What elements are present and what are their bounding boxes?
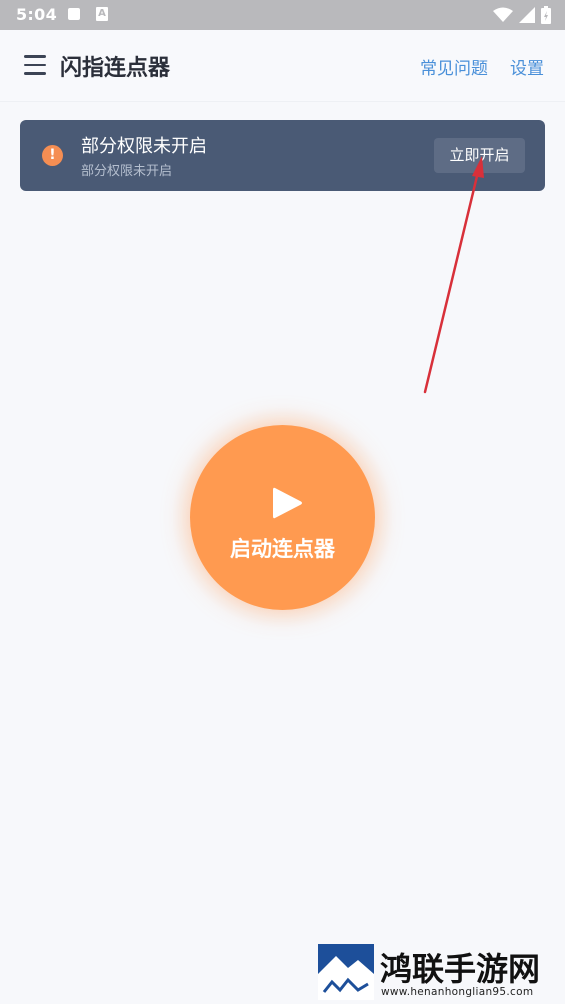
status-bar: 5:04 A bbox=[0, 0, 565, 30]
watermark-url: www.henanhonglian95.com bbox=[381, 986, 534, 998]
faq-link[interactable]: 常见问题 bbox=[420, 54, 488, 79]
status-time: 5:04 bbox=[16, 5, 57, 24]
watermark: 鸿联手游网 www.henanhonglian95.com bbox=[318, 944, 558, 1000]
signal-icon bbox=[519, 7, 535, 23]
warning-icon: ! bbox=[42, 145, 63, 166]
watermark-title: 鸿联手游网 bbox=[380, 950, 541, 988]
permission-subtitle: 部分权限未开启 bbox=[81, 164, 173, 179]
hamburger-menu-icon[interactable] bbox=[24, 55, 46, 75]
start-clicker-button[interactable]: 启动连点器 bbox=[190, 425, 375, 610]
enable-now-button[interactable]: 立即开启 bbox=[434, 138, 525, 173]
notification-icon bbox=[68, 8, 80, 20]
battery-icon bbox=[541, 6, 551, 24]
settings-link[interactable]: 设置 bbox=[510, 54, 544, 79]
page-title: 闪指连点器 bbox=[60, 56, 171, 81]
watermark-logo bbox=[318, 944, 374, 1000]
status-icons bbox=[493, 5, 551, 25]
wifi-icon bbox=[493, 7, 513, 22]
app-header: 闪指连点器 常见问题 设置 bbox=[0, 30, 565, 102]
permission-title: 部分权限未开启 bbox=[81, 136, 207, 157]
app-notification-icon: A bbox=[96, 7, 108, 21]
permission-banner: ! 部分权限未开启 部分权限未开启 立即开启 bbox=[20, 120, 545, 191]
play-icon bbox=[273, 487, 302, 519]
start-clicker-label: 启动连点器 bbox=[230, 537, 335, 561]
